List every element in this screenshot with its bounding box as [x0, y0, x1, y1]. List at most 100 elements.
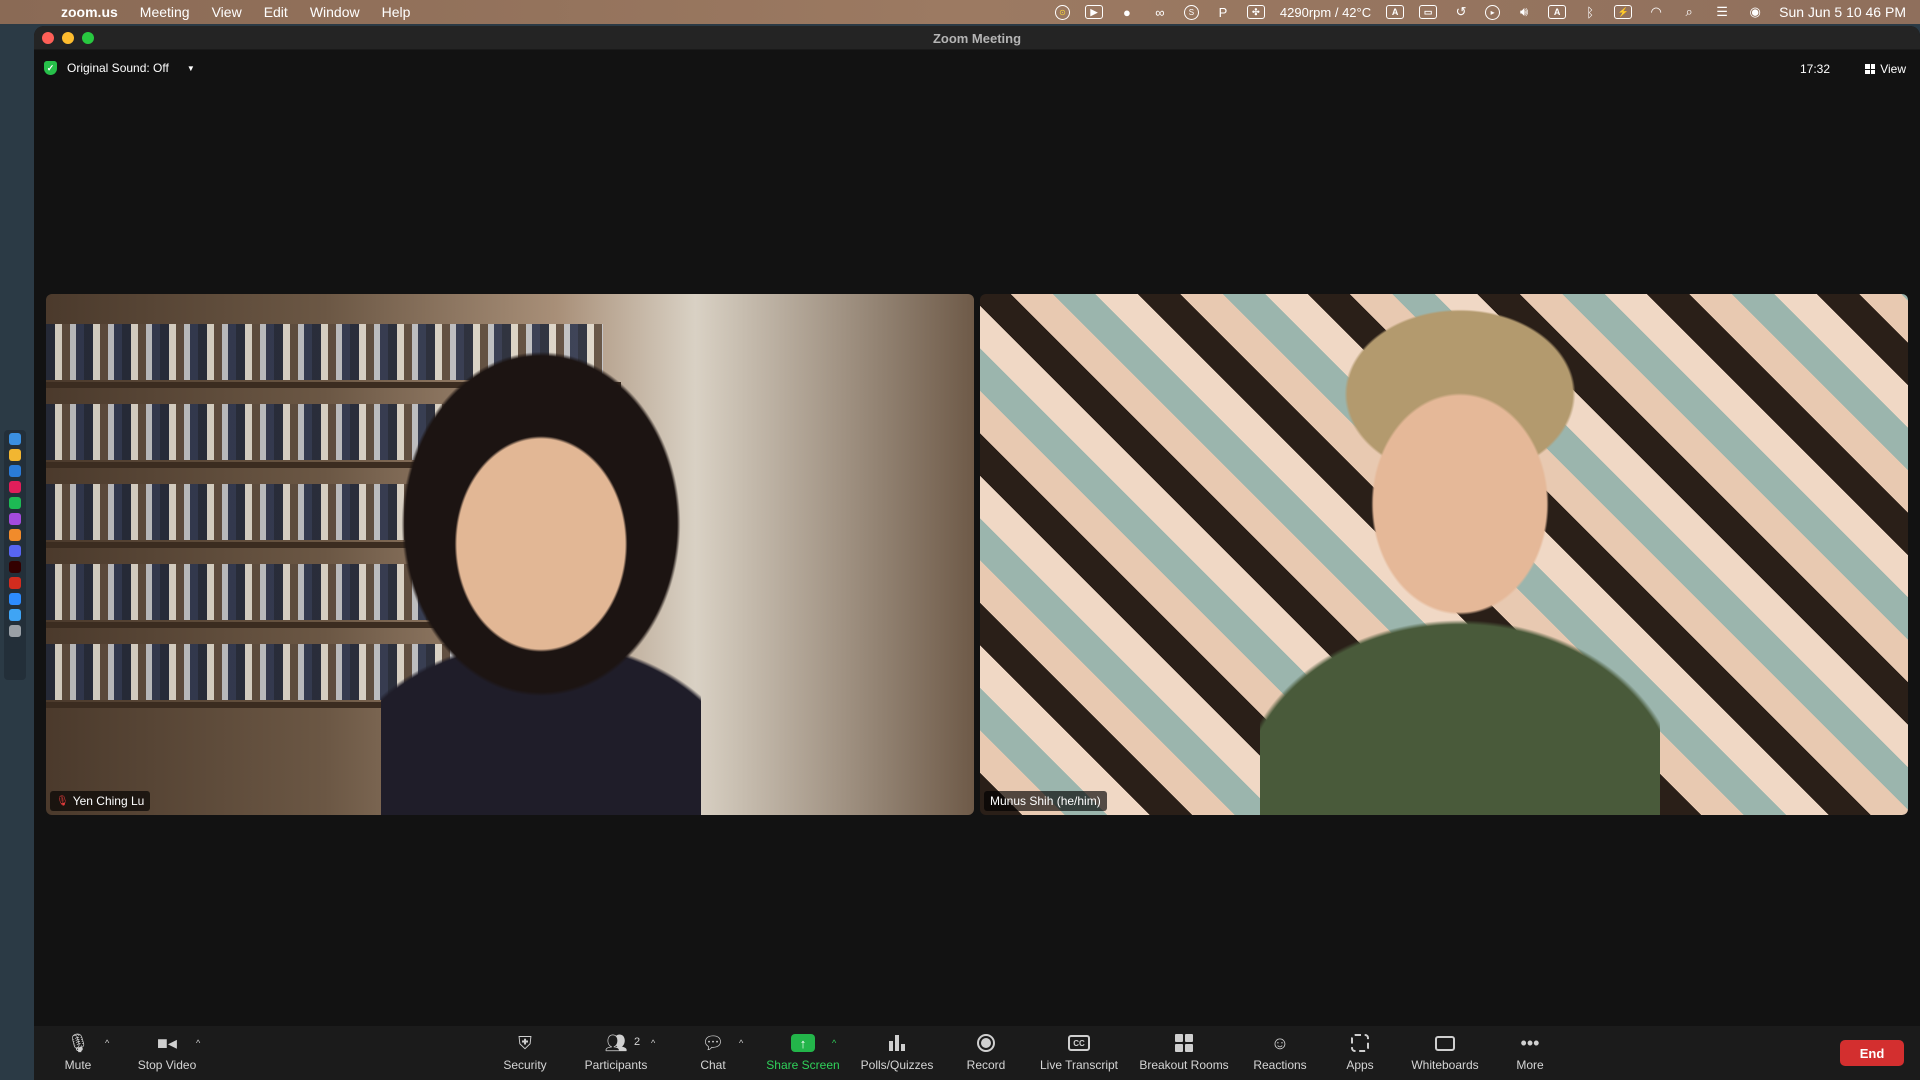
breakout-rooms-icon [1175, 1034, 1193, 1052]
chevron-down-icon[interactable]: ▼ [187, 64, 195, 73]
zoom-dock-icon[interactable] [9, 593, 21, 605]
share-screen-icon: ↑ [791, 1034, 815, 1052]
apps-button[interactable]: Apps [1315, 1032, 1405, 1072]
participants-options-chevron-icon[interactable]: ^ [651, 1038, 655, 1048]
slack-icon[interactable] [9, 481, 21, 493]
whiteboard-icon [1435, 1035, 1455, 1051]
end-meeting-button[interactable]: End [1840, 1040, 1904, 1066]
meeting-top-bar: ✓ Original Sound: Off ▼ 17:32 View [34, 56, 1920, 80]
play-icon[interactable]: ▸ [1485, 4, 1501, 20]
live-transcript-button[interactable]: CC Live Transcript [1034, 1032, 1124, 1072]
participant-video [1260, 304, 1660, 815]
display-icon[interactable]: ▭ [1419, 5, 1438, 19]
breakout-rooms-button[interactable]: Breakout Rooms [1139, 1032, 1229, 1072]
discord-icon[interactable] [9, 545, 21, 557]
menu-view[interactable]: View [201, 4, 253, 20]
apps-label: Apps [1346, 1058, 1374, 1072]
wifi-icon[interactable]: ◠ [1647, 4, 1665, 19]
zoom-status-icon[interactable]: ▶ [1084, 5, 1103, 19]
spectacle-icon[interactable]: S [1183, 4, 1199, 20]
menu-app-name[interactable]: zoom.us [50, 4, 129, 20]
security-button[interactable]: ⛨ Security [480, 1032, 570, 1073]
ellipsis-icon: ••• [1520, 1032, 1540, 1053]
chat-label: Chat [700, 1058, 726, 1072]
control-center-icon[interactable]: ☰ [1713, 4, 1731, 19]
chat-button[interactable]: 💬︎ Chat [668, 1032, 758, 1073]
security-label: Security [503, 1058, 547, 1072]
menu-clock[interactable]: Sun Jun 5 10 46 PM [1779, 4, 1906, 20]
original-sound-control[interactable]: ✓ Original Sound: Off ▼ [44, 61, 195, 75]
whiteboards-button[interactable]: Whiteboards [1400, 1032, 1490, 1072]
search-icon[interactable]: ⌕ [1680, 4, 1698, 19]
participant-name-tag: Munus Shih (he/him) [984, 791, 1107, 811]
shield-icon: ⛨ [518, 1032, 532, 1053]
reactions-button[interactable]: ☺ Reactions [1235, 1032, 1325, 1073]
video-tile[interactable]: Munus Shih (he/him) [980, 294, 1908, 815]
illustrator-icon[interactable] [9, 561, 21, 573]
breakout-rooms-label: Breakout Rooms [1139, 1058, 1229, 1072]
volume-icon[interactable]: 🔊︎ [1515, 4, 1533, 19]
sublime-icon[interactable] [9, 529, 21, 541]
mute-options-chevron-icon[interactable]: ^ [105, 1038, 109, 1048]
fan-status[interactable]: 4290rpm / 42°C [1280, 5, 1371, 20]
siri-icon[interactable]: ◉ [1746, 4, 1764, 19]
battery-icon[interactable]: ⚡ [1614, 5, 1633, 19]
input-source-icon[interactable]: A [1548, 5, 1567, 19]
participants-count: 2 [634, 1036, 641, 1048]
apps-icon [1351, 1034, 1369, 1052]
fan-icon[interactable]: ✣ [1246, 5, 1265, 19]
participants-button[interactable]: 👥︎ Participants [571, 1032, 661, 1073]
view-button[interactable]: View [1865, 62, 1906, 76]
reactions-label: Reactions [1253, 1058, 1307, 1072]
more-label: More [1516, 1058, 1544, 1072]
status-app-icon[interactable]: ⊙ [1054, 4, 1070, 20]
menu-bar: zoom.us Meeting View Edit Window Help ⊙ … [0, 0, 1920, 24]
record-label: Record [966, 1058, 1006, 1072]
video-camera-icon: ■◂ [157, 1032, 177, 1053]
closed-caption-icon: CC [1068, 1035, 1090, 1051]
view-label: View [1880, 62, 1906, 76]
acrobat-icon[interactable] [9, 577, 21, 589]
participants-icon: 👥︎ [604, 1032, 628, 1053]
share-options-chevron-icon[interactable]: ^ [832, 1038, 836, 1048]
live-transcript-label: Live Transcript [1039, 1058, 1119, 1072]
chrome-icon[interactable] [9, 449, 21, 461]
polls-button[interactable]: Polls/Quizzes [852, 1032, 942, 1072]
title-bar[interactable]: Zoom Meeting [34, 26, 1920, 50]
menu-meeting[interactable]: Meeting [129, 4, 201, 20]
meeting-timer: 17:32 [1799, 62, 1830, 76]
pin-icon[interactable]: P [1214, 5, 1232, 20]
creative-cloud-icon[interactable]: ∞ [1151, 5, 1169, 20]
record-dot-icon[interactable]: ● [1118, 5, 1136, 20]
time-machine-icon[interactable]: ↺ [1452, 4, 1470, 19]
participant-name: Yen Ching Lu [72, 794, 145, 808]
menu-window[interactable]: Window [299, 4, 371, 20]
participants-label: Participants [584, 1058, 648, 1072]
microphone-icon: 🎙︎ [66, 1032, 90, 1053]
polls-label: Polls/Quizzes [860, 1058, 934, 1072]
record-button[interactable]: Record [941, 1032, 1031, 1072]
mail-icon[interactable] [9, 609, 21, 621]
window-title: Zoom Meeting [932, 31, 1022, 46]
share-screen-label: Share Screen [766, 1058, 840, 1072]
finder-icon[interactable] [9, 433, 21, 445]
more-button[interactable]: ••• More [1485, 1032, 1575, 1073]
original-sound-label[interactable]: Original Sound: Off [67, 61, 169, 75]
text-icon[interactable]: A [1386, 5, 1405, 19]
bluetooth-icon[interactable]: ᛒ [1581, 5, 1599, 20]
chat-options-chevron-icon[interactable]: ^ [739, 1038, 743, 1048]
trash-icon[interactable] [9, 625, 21, 637]
vscode-icon[interactable] [9, 465, 21, 477]
zoom-window: Zoom Meeting ✓ Original Sound: Off ▼ 17:… [34, 26, 1920, 1080]
participant-video [381, 334, 701, 815]
video-options-chevron-icon[interactable]: ^ [196, 1038, 200, 1048]
encryption-shield-icon[interactable]: ✓ [44, 61, 57, 75]
whiteboards-label: Whiteboards [1411, 1058, 1479, 1072]
mute-button[interactable]: 🎙︎ Mute [34, 1032, 123, 1073]
menu-edit[interactable]: Edit [253, 4, 299, 20]
menu-help[interactable]: Help [371, 4, 422, 20]
messenger-icon[interactable] [9, 513, 21, 525]
stop-video-label: Stop Video [137, 1058, 197, 1072]
spotify-icon[interactable] [9, 497, 21, 509]
video-tile[interactable]: 🎙︎ Yen Ching Lu [46, 294, 974, 815]
